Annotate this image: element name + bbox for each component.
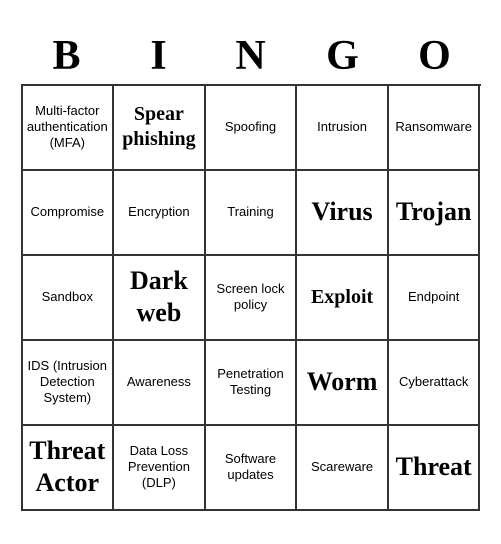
- cell-text: Scareware: [311, 459, 373, 475]
- bingo-cell: Dark web: [114, 256, 206, 341]
- cell-text: Intrusion: [317, 119, 367, 135]
- bingo-letter: B: [21, 33, 113, 79]
- cell-text: IDS (Intrusion Detection System): [27, 358, 109, 407]
- bingo-cell: Threat: [389, 426, 481, 511]
- cell-text: Compromise: [30, 204, 104, 220]
- bingo-cell: IDS (Intrusion Detection System): [23, 341, 115, 426]
- bingo-cell: Cyberattack: [389, 341, 481, 426]
- bingo-letter: O: [389, 33, 481, 79]
- bingo-cell: Spear phishing: [114, 86, 206, 171]
- cell-text: Ransomware: [395, 119, 472, 135]
- cell-text: Virus: [312, 196, 373, 229]
- bingo-cell: Virus: [297, 171, 389, 256]
- bingo-cell: Intrusion: [297, 86, 389, 171]
- bingo-cell: Training: [206, 171, 298, 256]
- cell-text: Multi-factor authentication (MFA): [27, 103, 109, 152]
- cell-text: Software updates: [210, 451, 292, 484]
- bingo-cell: Scareware: [297, 426, 389, 511]
- cell-text: Sandbox: [42, 289, 93, 305]
- cell-text: Data Loss Prevention (DLP): [118, 443, 200, 492]
- bingo-cell: Awareness: [114, 341, 206, 426]
- cell-text: Encryption: [128, 204, 189, 220]
- cell-text: Trojan: [396, 196, 472, 229]
- cell-text: Cyberattack: [399, 374, 468, 390]
- bingo-letter: N: [205, 33, 297, 79]
- bingo-header: BINGO: [21, 33, 481, 79]
- bingo-letter: I: [113, 33, 205, 79]
- cell-text: Screen lock policy: [210, 281, 292, 314]
- cell-text: Threat: [396, 451, 472, 484]
- cell-text: Spoofing: [225, 119, 276, 135]
- cell-text: Dark web: [118, 265, 200, 330]
- bingo-cell: Multi-factor authentication (MFA): [23, 86, 115, 171]
- bingo-cell: Trojan: [389, 171, 481, 256]
- bingo-cell: Ransomware: [389, 86, 481, 171]
- bingo-cell: Sandbox: [23, 256, 115, 341]
- bingo-cell: Compromise: [23, 171, 115, 256]
- bingo-cell: Screen lock policy: [206, 256, 298, 341]
- cell-text: Awareness: [127, 374, 191, 390]
- bingo-cell: Data Loss Prevention (DLP): [114, 426, 206, 511]
- bingo-cell: Worm: [297, 341, 389, 426]
- bingo-grid: Multi-factor authentication (MFA)Spear p…: [21, 84, 481, 511]
- bingo-card: BINGO Multi-factor authentication (MFA)S…: [11, 23, 491, 520]
- bingo-cell: Penetration Testing: [206, 341, 298, 426]
- bingo-cell: Threat Actor: [23, 426, 115, 511]
- bingo-cell: Endpoint: [389, 256, 481, 341]
- bingo-letter: G: [297, 33, 389, 79]
- bingo-cell: Software updates: [206, 426, 298, 511]
- cell-text: Penetration Testing: [210, 366, 292, 399]
- cell-text: Worm: [307, 366, 378, 399]
- bingo-cell: Exploit: [297, 256, 389, 341]
- cell-text: Training: [227, 204, 273, 220]
- cell-text: Exploit: [311, 285, 373, 310]
- bingo-cell: Spoofing: [206, 86, 298, 171]
- cell-text: Spear phishing: [118, 102, 200, 152]
- cell-text: Endpoint: [408, 289, 459, 305]
- bingo-cell: Encryption: [114, 171, 206, 256]
- cell-text: Threat Actor: [27, 435, 109, 500]
